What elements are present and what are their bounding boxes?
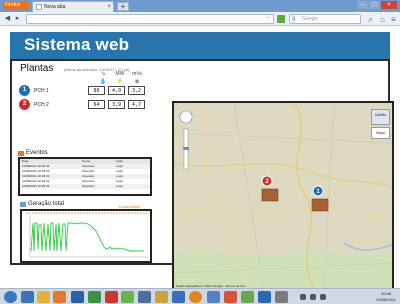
firefox-icon[interactable]	[53, 291, 66, 303]
page-favicon-icon	[36, 4, 42, 10]
browser-tab[interactable]: Nova aba ×	[32, 1, 114, 12]
new-tab-button[interactable]: +	[117, 2, 129, 11]
search-placeholder: Google	[302, 16, 319, 22]
pch2-power-value: 64	[88, 100, 105, 109]
satellite-button[interactable]: Satélite	[371, 109, 390, 125]
eventos-table: Data Nome Ação 10/08/2011 20:28:33 Opera…	[18, 157, 152, 196]
firefox-menu-button[interactable]: Firefox	[3, 1, 29, 10]
taskbar-clock[interactable]: 20:48 10/08/2011	[376, 291, 396, 303]
pch1-power-value: 80	[88, 86, 105, 95]
app-icon[interactable]	[241, 291, 254, 303]
map-canvas[interactable]: 2 1	[174, 103, 392, 289]
generation-line	[30, 222, 144, 252]
folder-icon[interactable]	[37, 291, 50, 303]
pch2-map-site-icon[interactable]	[261, 188, 279, 202]
google-search-icon: g	[292, 16, 296, 22]
app-icon[interactable]	[138, 291, 151, 303]
maximize-button[interactable]: □	[369, 1, 380, 9]
column-header-flow: m³/s	[132, 71, 142, 77]
pch1-flow-value: 4,9	[108, 86, 125, 95]
map-pan-control[interactable]	[179, 110, 193, 124]
clock-date: 10/08/2011	[376, 297, 396, 302]
powerpoint-icon[interactable]	[224, 291, 237, 303]
pch2-name[interactable]: PCH 2	[34, 102, 49, 108]
volume-icon[interactable]	[320, 294, 326, 300]
url-input[interactable]: ☆	[26, 14, 274, 24]
geracao-title: Geração total	[28, 201, 65, 207]
screen: Firefox Nova aba × + – □ × ◀ ▸ ☆ g Googl…	[0, 0, 400, 304]
map-zoom-handle[interactable]	[183, 147, 189, 150]
web-page: Sistema web Plantas [última atualização:…	[0, 27, 400, 291]
forward-arrow-icon[interactable]: ▸	[13, 14, 22, 24]
excel-icon[interactable]	[88, 291, 101, 303]
geracao-chart: Capacidade	[20, 204, 152, 263]
app-icon[interactable]	[121, 291, 134, 303]
app-icon[interactable]	[275, 291, 288, 303]
plantas-title: Plantas	[20, 63, 54, 74]
eventos-table-body: 10/08/2011 20:28:33 Operador Login 10/08…	[20, 164, 150, 189]
app-icon[interactable]	[258, 291, 271, 303]
back-arrow-icon[interactable]: ◀	[3, 14, 12, 24]
home-icon[interactable]: ⌂	[378, 15, 387, 24]
geracao-icon	[20, 202, 26, 207]
pch1-badge[interactable]: 1	[19, 85, 30, 96]
pch1-map-site-icon[interactable]	[311, 198, 329, 212]
level-icon: ◉	[134, 79, 140, 85]
app-icon[interactable]	[155, 291, 168, 303]
browser-navbar: ◀ ▸ ☆ g Google ⌕ ⌂ ≡	[0, 12, 400, 26]
generation-plot	[26, 212, 148, 258]
event-date: 10/08/2011 20:28:33	[22, 184, 50, 188]
search-icon[interactable]: ⌕	[366, 15, 375, 24]
app-icon[interactable]	[172, 291, 185, 303]
page-title: Sistema web	[24, 35, 130, 54]
menu-icon[interactable]: ≡	[389, 15, 398, 24]
acrobat-icon[interactable]	[105, 291, 118, 303]
tray-icon[interactable]	[300, 294, 306, 300]
minimize-button[interactable]: –	[357, 1, 368, 9]
event-action: Login	[116, 184, 124, 188]
word-icon[interactable]	[71, 291, 84, 303]
pch1-name[interactable]: PCH 1	[34, 88, 49, 94]
capacidade-label: Capacidade	[118, 204, 140, 209]
app-icon[interactable]	[207, 291, 220, 303]
flow-icon: ⚡	[116, 79, 124, 85]
ie-icon[interactable]	[21, 291, 34, 303]
column-header-mw: MW	[115, 71, 125, 77]
map-view[interactable]: 2 1 Satélite Mapa Dados cartográficos ©2…	[172, 101, 394, 291]
power-icon: ↘	[100, 71, 106, 77]
start-button-icon[interactable]	[4, 291, 17, 303]
bookmark-star-icon[interactable]: ☆	[265, 15, 271, 23]
browser-titlebar: Firefox Nova aba × + – □ ×	[0, 0, 400, 12]
pch1-level-value: 3,2	[128, 86, 145, 95]
pch2-level-value: 4,7	[128, 100, 145, 109]
eventos-title: Eventos	[26, 150, 48, 156]
taskbar: 20:48 10/08/2011	[0, 288, 400, 304]
addon-icon[interactable]	[277, 15, 285, 23]
event-name: Operador	[82, 184, 95, 188]
table-row: 10/08/2011 20:28:33 Operador Login	[20, 184, 150, 189]
app-icon[interactable]	[189, 291, 202, 303]
network-icon[interactable]	[310, 294, 316, 300]
water-drop-icon: 💧	[99, 79, 107, 85]
pch2-flow-value: 3,9	[108, 100, 125, 109]
map-button[interactable]: Mapa	[371, 127, 390, 139]
page-header: Sistema web	[10, 32, 390, 59]
pch2-badge[interactable]: 2	[19, 99, 30, 110]
dashboard-panel: Plantas [última atualização: 10/08/11 - …	[10, 59, 394, 291]
search-input[interactable]: g Google	[289, 14, 361, 24]
eventos-icon	[18, 151, 24, 156]
tab-title: Nova aba	[44, 4, 66, 10]
close-window-button[interactable]: ×	[381, 1, 397, 9]
tab-close-icon[interactable]: ×	[107, 2, 111, 12]
